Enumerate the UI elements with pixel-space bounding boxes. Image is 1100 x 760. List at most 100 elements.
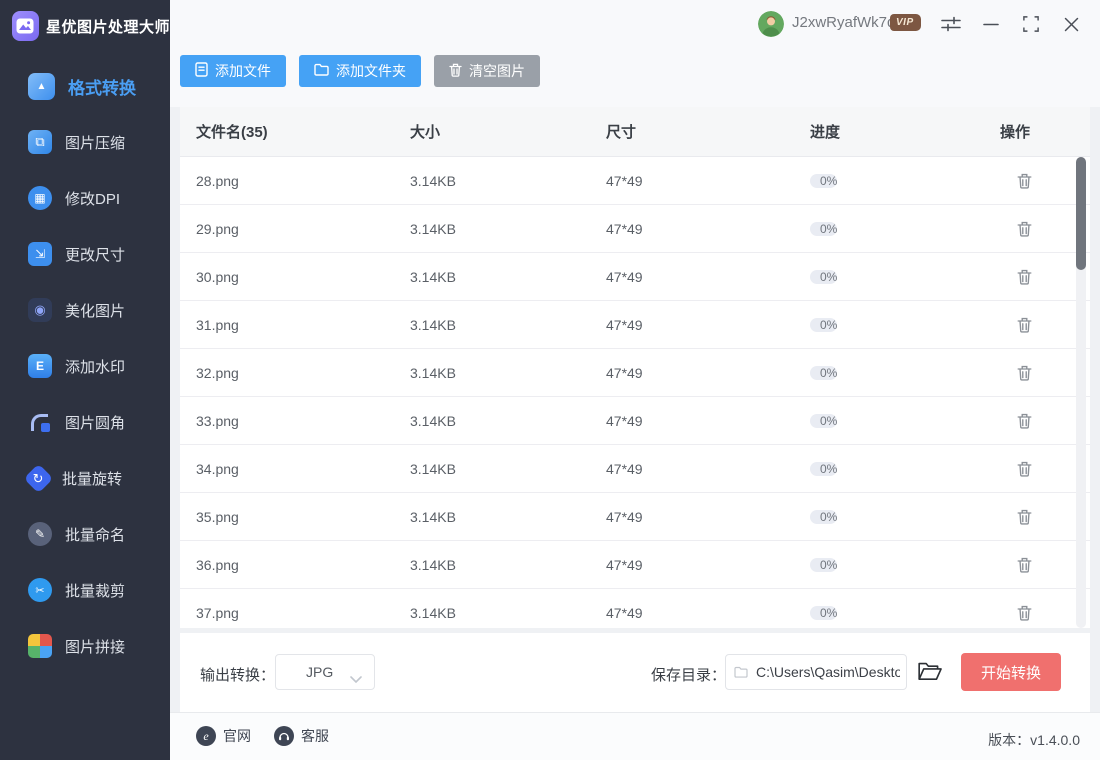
table-row: 34.png 3.14KB 47*49 0%	[180, 445, 1090, 493]
table-row: 29.png 3.14KB 47*49 0%	[180, 205, 1090, 253]
format-convert-icon	[28, 73, 55, 100]
version-text: 版本：v1.4.0.0	[988, 730, 1080, 750]
minimize-icon[interactable]	[980, 13, 1002, 35]
vip-badge: VIP	[890, 14, 921, 31]
website-label: 官网	[223, 726, 251, 746]
headset-icon	[274, 726, 294, 746]
sidebar-item-rotate[interactable]: 批量旋转	[0, 450, 170, 506]
progress-bar: 0%	[810, 222, 837, 236]
chevron-down-icon	[350, 670, 362, 688]
progress-bar: 0%	[810, 318, 837, 332]
save-path-input[interactable]	[725, 654, 907, 690]
delete-row-icon[interactable]	[1014, 555, 1034, 575]
sidebar-item-label: 批量裁剪	[65, 580, 125, 601]
bottom-bar: 输出转换： JPG 保存目录：	[180, 633, 1090, 712]
trash-icon	[449, 63, 462, 80]
progress-bar: 0%	[810, 558, 837, 572]
clear-images-button[interactable]: 清空图片	[434, 55, 540, 87]
maximize-icon[interactable]	[1020, 13, 1042, 35]
col-filename: 文件名(35)	[196, 121, 410, 142]
delete-row-icon[interactable]	[1014, 411, 1034, 431]
sidebar-item-watermark[interactable]: 添加水印	[0, 338, 170, 394]
table-scrollbar-track[interactable]	[1076, 157, 1086, 628]
col-size: 大小	[410, 121, 606, 142]
sidebar-item-label: 格式转换	[68, 74, 136, 99]
sidebar-item-label: 图片压缩	[65, 132, 125, 153]
start-convert-button[interactable]: 开始转换	[961, 653, 1061, 691]
cell-dimensions: 47*49	[606, 509, 810, 525]
delete-row-icon[interactable]	[1014, 219, 1034, 239]
sidebar-item-label: 修改DPI	[65, 188, 120, 209]
cell-filename: 33.png	[196, 413, 410, 429]
sidebar-item-label: 添加水印	[65, 356, 125, 377]
table-row: 35.png 3.14KB 47*49 0%	[180, 493, 1090, 541]
cell-filename: 28.png	[196, 173, 410, 189]
table-row: 33.png 3.14KB 47*49 0%	[180, 397, 1090, 445]
official-website-link[interactable]: e 官网	[196, 726, 251, 746]
sidebar-item-label: 美化图片	[65, 300, 125, 321]
col-dimensions: 尺寸	[606, 121, 810, 142]
delete-row-icon[interactable]	[1014, 363, 1034, 383]
clear-images-label: 清空图片	[469, 61, 525, 81]
delete-row-icon[interactable]	[1014, 459, 1034, 479]
customer-support-link[interactable]: 客服	[274, 726, 329, 746]
cell-dimensions: 47*49	[606, 365, 810, 381]
image-stitch-icon	[28, 634, 52, 658]
cell-dimensions: 47*49	[606, 557, 810, 573]
username[interactable]: J2xwRyafWk7d	[792, 14, 895, 31]
sidebar-item-stitch[interactable]: 图片拼接	[0, 618, 170, 674]
resize-icon	[28, 242, 52, 266]
progress-bar: 0%	[810, 606, 837, 620]
sidebar-item-round[interactable]: 图片圆角	[0, 394, 170, 450]
sidebar-item-dpi[interactable]: 修改DPI	[0, 170, 170, 226]
table-scrollbar-thumb[interactable]	[1076, 157, 1086, 270]
table-row: 28.png 3.14KB 47*49 0%	[180, 157, 1090, 205]
beautify-icon	[28, 298, 52, 322]
cell-dimensions: 47*49	[606, 605, 810, 621]
user-avatar[interactable]	[758, 11, 784, 37]
add-folder-button[interactable]: 添加文件夹	[299, 55, 421, 87]
sidebar-item-format[interactable]: 格式转换	[0, 58, 170, 114]
sidebar-item-label: 更改尺寸	[65, 244, 125, 265]
cell-filename: 35.png	[196, 509, 410, 525]
delete-row-icon[interactable]	[1014, 267, 1034, 287]
cell-dimensions: 47*49	[606, 317, 810, 333]
cell-size: 3.14KB	[410, 509, 606, 525]
output-format-select[interactable]: JPG	[275, 654, 375, 690]
cell-filename: 37.png	[196, 605, 410, 621]
sidebar-item-rename[interactable]: 批量命名	[0, 506, 170, 562]
sidebar-item-label: 图片拼接	[65, 636, 125, 657]
table-row: 37.png 3.14KB 47*49 0%	[180, 589, 1090, 628]
cell-dimensions: 47*49	[606, 221, 810, 237]
browse-folder-icon[interactable]	[917, 660, 943, 684]
delete-row-icon[interactable]	[1014, 507, 1034, 527]
sidebar-item-crop[interactable]: 批量裁剪	[0, 562, 170, 618]
modify-dpi-icon	[28, 186, 52, 210]
delete-row-icon[interactable]	[1014, 315, 1034, 335]
toolbar: 添加文件 添加文件夹 清空图片	[180, 55, 540, 87]
sidebar-item-resize[interactable]: 更改尺寸	[0, 226, 170, 282]
add-file-button[interactable]: 添加文件	[180, 55, 286, 87]
cell-filename: 31.png	[196, 317, 410, 333]
cell-size: 3.14KB	[410, 173, 606, 189]
app-window: 星优图片处理大师 格式转换 图片压缩 修改DPI 更改尺寸 美化图片 添加水印 …	[0, 0, 1100, 760]
cell-size: 3.14KB	[410, 413, 606, 429]
settings-sliders-icon[interactable]	[940, 13, 962, 35]
save-dir-label: 保存目录：	[651, 664, 726, 685]
cell-size: 3.14KB	[410, 605, 606, 621]
cell-size: 3.14KB	[410, 557, 606, 573]
table-header: 文件名(35) 大小 尺寸 进度 操作	[180, 107, 1090, 157]
sidebar-item-beautify[interactable]: 美化图片	[0, 282, 170, 338]
titlebar: J2xwRyafWk7d VIP	[170, 0, 1100, 46]
sidebar-item-compress[interactable]: 图片压缩	[0, 114, 170, 170]
app-logo-icon	[12, 11, 39, 41]
delete-row-icon[interactable]	[1014, 171, 1034, 191]
batch-rename-icon	[28, 522, 52, 546]
progress-bar: 0%	[810, 462, 837, 476]
table-row: 31.png 3.14KB 47*49 0%	[180, 301, 1090, 349]
cell-filename: 36.png	[196, 557, 410, 573]
delete-row-icon[interactable]	[1014, 603, 1034, 623]
close-icon[interactable]	[1060, 13, 1082, 35]
folder-icon	[314, 63, 329, 79]
cell-filename: 30.png	[196, 269, 410, 285]
